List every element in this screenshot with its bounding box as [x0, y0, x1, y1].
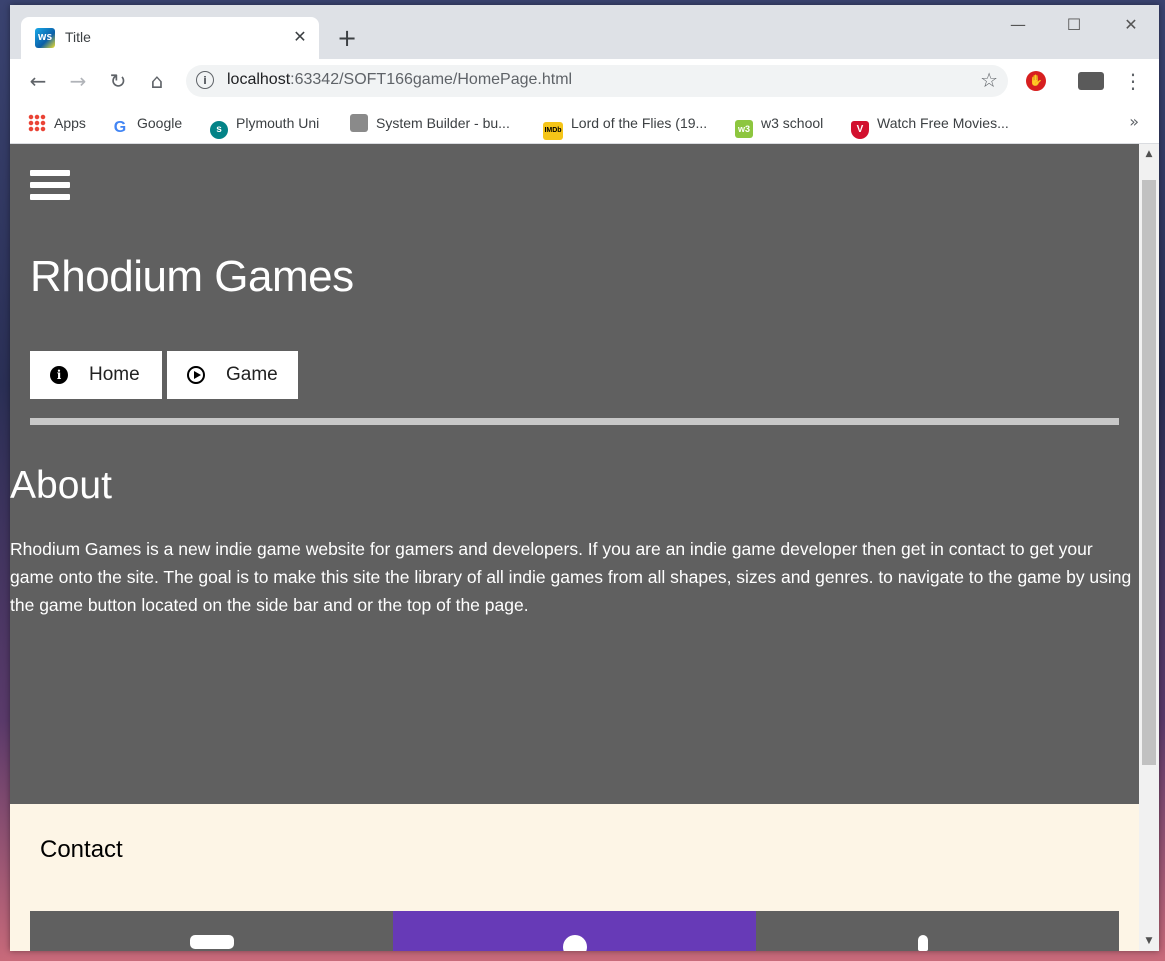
- contact-card-email[interactable]: [30, 911, 393, 951]
- scroll-down-arrow-icon[interactable]: ▼: [1139, 933, 1159, 949]
- new-tab-plus-icon[interactable]: +: [332, 23, 362, 53]
- home-icon[interactable]: ⌂: [141, 65, 173, 97]
- bookmark-star-icon[interactable]: ☆: [980, 68, 998, 92]
- back-arrow-icon[interactable]: ←: [22, 65, 54, 97]
- url-text[interactable]: localhost:63342/SOFT166game/HomePage.htm…: [227, 71, 572, 89]
- bookmark-label: w3 school: [761, 115, 824, 131]
- contact-section: Contact: [10, 804, 1139, 951]
- vertical-scrollbar[interactable]: ▲ ▼: [1139, 144, 1159, 951]
- sharepoint-icon: s: [210, 121, 228, 139]
- google-icon: G: [113, 119, 127, 136]
- browser-tab[interactable]: WS Title ✕: [21, 17, 319, 59]
- bookmark-label: Google: [137, 115, 183, 131]
- scroll-up-arrow-icon[interactable]: ▲: [1139, 146, 1159, 162]
- adblock-extension-icon[interactable]: ✋: [1026, 71, 1046, 91]
- browser-window: WS Title ✕ + — ☐ ✕ ← → ↻ ⌂ i localhost:6…: [10, 5, 1159, 951]
- bookmark-system-builder[interactable]: System Builder - bu...: [350, 112, 510, 134]
- bookmark-label: Watch Free Movies...: [877, 115, 1009, 131]
- map-marker-icon: [563, 935, 587, 951]
- bookmark-apps[interactable]: Apps: [28, 112, 86, 134]
- home-nav-button[interactable]: i Home: [30, 351, 162, 399]
- tab-strip: WS Title ✕ + — ☐ ✕: [10, 5, 1159, 59]
- browser-menu-icon[interactable]: ⋮: [1123, 67, 1143, 95]
- game-nav-button[interactable]: Game: [167, 351, 298, 399]
- w3schools-icon: w3: [735, 120, 753, 138]
- contact-heading: Contact: [40, 836, 123, 863]
- bookmark-google[interactable]: G Google: [111, 112, 183, 136]
- info-icon: i: [50, 366, 68, 384]
- hamburger-menu-icon[interactable]: [30, 170, 70, 204]
- game-nav-label: Game: [226, 364, 278, 385]
- bookmark-lord-of-the-flies[interactable]: IMDb Lord of the Flies (19...: [543, 112, 708, 140]
- envelope-icon: [190, 935, 234, 949]
- page-viewport: Rhodium Games i Home Game About Rhodium …: [10, 144, 1139, 951]
- window-close-icon[interactable]: ✕: [1111, 13, 1151, 37]
- phone-icon: [918, 935, 928, 951]
- shield-logo-icon: V: [851, 121, 869, 139]
- bookmarks-overflow-icon[interactable]: »: [1129, 112, 1139, 131]
- maximize-icon[interactable]: ☐: [1054, 13, 1094, 37]
- tab-title: Title: [65, 29, 91, 45]
- bookmark-watch-free-movies[interactable]: V Watch Free Movies...: [851, 112, 1009, 139]
- box-icon: [350, 114, 368, 132]
- home-nav-label: Home: [89, 364, 140, 385]
- bookmark-label: Apps: [54, 115, 86, 131]
- browser-toolbar: ← → ↻ ⌂ i localhost:63342/SOFT166game/Ho…: [10, 59, 1159, 103]
- webstorm-favicon-icon: WS: [35, 28, 55, 48]
- scroll-thumb[interactable]: [1142, 180, 1156, 765]
- camera-extension-icon[interactable]: [1078, 72, 1104, 90]
- bookmark-label: Plymouth Uni: [236, 115, 320, 131]
- contact-card-location[interactable]: [393, 911, 756, 951]
- bookmark-label: Lord of the Flies (19...: [571, 115, 708, 131]
- about-heading: About: [10, 464, 112, 507]
- bookmark-plymouth-uni[interactable]: s Plymouth Uni: [210, 112, 320, 139]
- address-bar[interactable]: i localhost:63342/SOFT166game/HomePage.h…: [186, 65, 1008, 97]
- url-path: :63342/SOFT166game/HomePage.html: [290, 71, 573, 88]
- play-circle-icon: [187, 366, 205, 384]
- bookmarks-bar: Apps G Google s Plymouth Uni System Builde…: [10, 103, 1159, 144]
- url-host: localhost: [227, 71, 291, 88]
- imdb-icon: IMDb: [543, 122, 563, 140]
- bookmark-label: System Builder - bu...: [376, 115, 510, 131]
- bookmark-w3-school[interactable]: w3 w3 school: [735, 112, 824, 138]
- site-info-icon[interactable]: i: [196, 71, 214, 89]
- divider: [30, 418, 1119, 425]
- reload-icon[interactable]: ↻: [102, 65, 134, 97]
- minimize-icon[interactable]: —: [998, 13, 1038, 37]
- contact-card-phone[interactable]: [756, 911, 1119, 951]
- tab-close-icon[interactable]: ✕: [289, 26, 311, 48]
- about-paragraph: Rhodium Games is a new indie game websit…: [10, 539, 1132, 615]
- forward-arrow-icon[interactable]: →: [62, 65, 94, 97]
- site-title: Rhodium Games: [30, 252, 354, 301]
- apps-grid-icon: [28, 114, 46, 132]
